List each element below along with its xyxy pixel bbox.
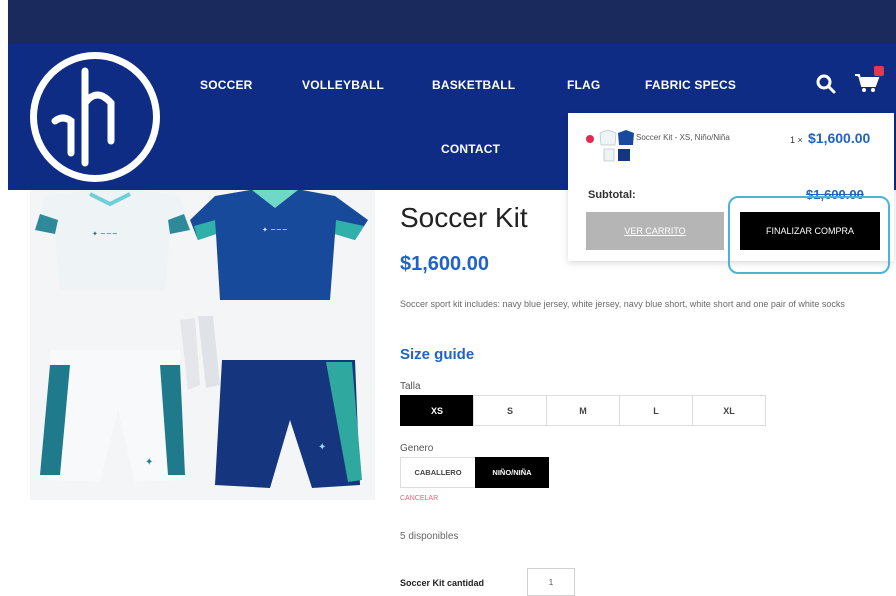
- remove-item-icon[interactable]: [586, 135, 594, 143]
- quantity-label: Soccer Kit cantidad: [400, 578, 485, 588]
- svg-text:✦ ~~~: ✦ ~~~: [262, 226, 288, 234]
- size-label: Talla: [400, 381, 421, 392]
- nav-volleyball[interactable]: VOLLEYBALL: [302, 78, 384, 92]
- svg-text:✦: ✦: [318, 442, 326, 453]
- svg-text:✦ ~~~: ✦ ~~~: [92, 230, 118, 238]
- checkout-highlight: [728, 196, 890, 274]
- nav-contact[interactable]: CONTACT: [441, 142, 500, 156]
- logo-icon[interactable]: [30, 52, 160, 182]
- nav-basketball[interactable]: BASKETBALL: [432, 78, 515, 92]
- quantity-input[interactable]: 1: [527, 568, 575, 596]
- search-icon[interactable]: [816, 74, 836, 94]
- gender-option-caballero[interactable]: CABALLERO: [400, 457, 476, 488]
- clear-selection-link[interactable]: CANCELAR: [400, 495, 438, 502]
- product-title: Soccer Kit: [400, 202, 528, 233]
- top-bar: [8, 0, 896, 44]
- gender-label: Genero: [400, 443, 434, 454]
- size-option-xl[interactable]: XL: [692, 395, 766, 426]
- size-option-l[interactable]: L: [619, 395, 693, 426]
- product-description: Soccer sport kit includes: navy blue jer…: [400, 299, 845, 309]
- nav-fabric-specs[interactable]: FABRIC SPECS: [645, 78, 736, 92]
- gender-options: CABALLERO NIÑO/NIÑA: [400, 457, 549, 488]
- product-price: $1,600.00: [400, 253, 489, 275]
- stock-status: 5 disponibles: [400, 531, 459, 542]
- size-option-m[interactable]: M: [546, 395, 620, 426]
- svg-text:✦: ✦: [145, 457, 153, 468]
- cart-badge: [874, 66, 884, 76]
- gender-option-nino-nina[interactable]: NIÑO/NIÑA: [475, 457, 549, 488]
- nav-flag[interactable]: FLAG: [567, 78, 600, 92]
- cart-item-thumbnail[interactable]: [596, 127, 636, 165]
- subtotal-label: Subtotal:: [588, 189, 636, 201]
- size-options: XS S M L XL: [400, 395, 766, 426]
- size-option-xs[interactable]: XS: [400, 395, 474, 426]
- cart-item-name[interactable]: Soccer Kit - XS, Niño/Niña: [636, 133, 730, 142]
- cart-item-price: $1,600.00: [808, 130, 871, 146]
- nav-soccer[interactable]: SOCCER: [200, 78, 253, 92]
- view-cart-button[interactable]: VER CARRITO: [586, 212, 724, 250]
- product-image[interactable]: ✦ ~~~ ✦ ~~~ ✦ ✦: [30, 190, 375, 500]
- cart-item-quantity: 1 ×: [790, 135, 803, 145]
- size-option-s[interactable]: S: [473, 395, 547, 426]
- size-guide-link[interactable]: Size guide: [400, 346, 474, 363]
